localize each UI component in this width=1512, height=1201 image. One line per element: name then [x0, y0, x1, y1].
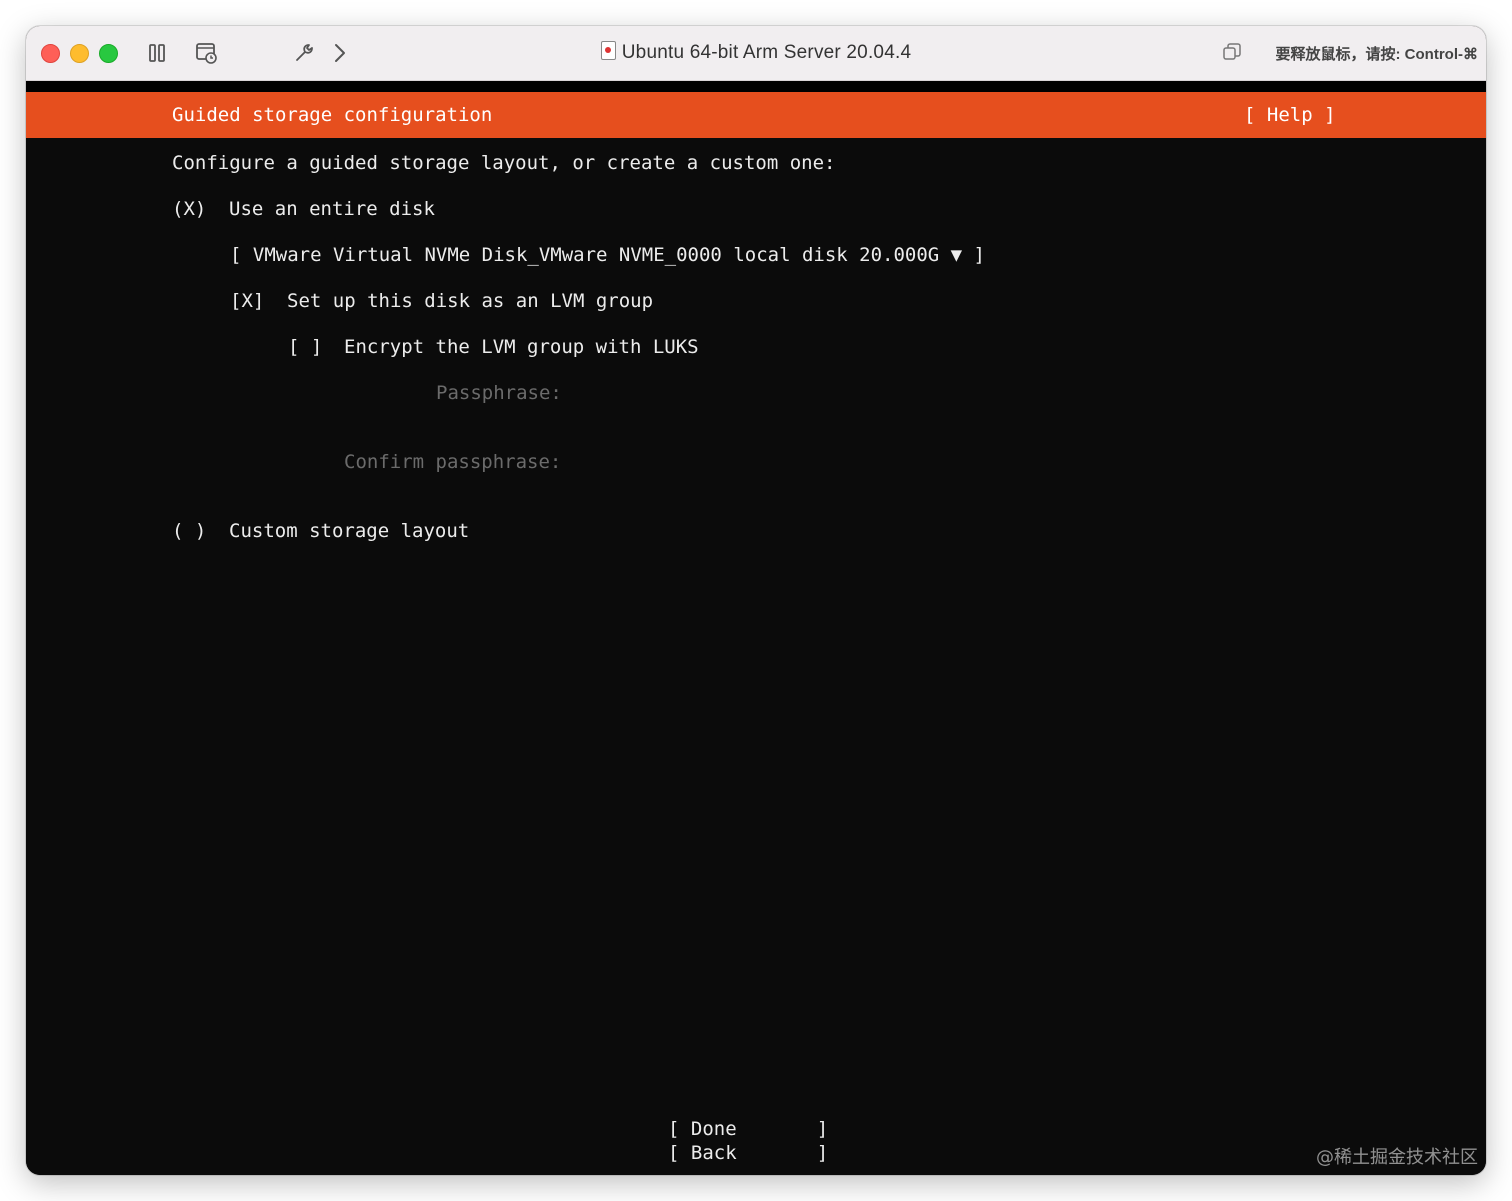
passphrase-label: Passphrase:	[436, 382, 562, 404]
intro-text: Configure a guided storage layout, or cr…	[172, 152, 836, 174]
page-title: Guided storage configuration	[172, 104, 493, 126]
watermark: @稀土掘金技术社区	[1316, 1147, 1478, 1168]
entire-disk-label[interactable]: Use an entire disk	[229, 198, 435, 220]
terminal-screen: Guided storage configuration [ Help ] Co…	[26, 81, 1486, 1175]
terminal-top-band	[26, 81, 1486, 92]
window-title-text: Ubuntu 64-bit Arm Server 20.04.4	[621, 42, 912, 63]
lvm-label[interactable]: Set up this disk as an LVM group	[287, 290, 653, 312]
help-button[interactable]: [ Help ]	[1244, 104, 1336, 126]
vm-window: Ubuntu 64-bit Arm Server 20.04.4 要释放鼠标，请…	[26, 26, 1486, 1175]
document-icon	[600, 41, 616, 60]
entire-disk-radio[interactable]: (X)	[172, 198, 206, 220]
confirm-passphrase-label: Confirm passphrase:	[344, 451, 562, 473]
back-button[interactable]: [ Back ]	[668, 1142, 828, 1164]
window-title: Ubuntu 64-bit Arm Server 20.04.4	[26, 41, 1486, 64]
title-bar: Ubuntu 64-bit Arm Server 20.04.4 要释放鼠标，请…	[26, 26, 1486, 81]
custom-layout-label[interactable]: Custom storage layout	[229, 520, 469, 542]
encrypt-label[interactable]: Encrypt the LVM group with LUKS	[344, 336, 699, 358]
custom-layout-radio[interactable]: ( )	[172, 520, 206, 542]
installer-header: Guided storage configuration [ Help ]	[26, 92, 1486, 138]
lvm-checkbox[interactable]: [X]	[230, 290, 264, 312]
release-mouse-hint: 要释放鼠标，请按: Control-⌘	[1275, 46, 1478, 63]
done-button[interactable]: [ Done ]	[668, 1118, 828, 1140]
encrypt-checkbox[interactable]: [ ]	[288, 336, 322, 358]
disk-select[interactable]: [ VMware Virtual NVMe Disk_VMware NVME_0…	[230, 244, 985, 266]
restore-window-icon[interactable]	[1222, 42, 1242, 62]
